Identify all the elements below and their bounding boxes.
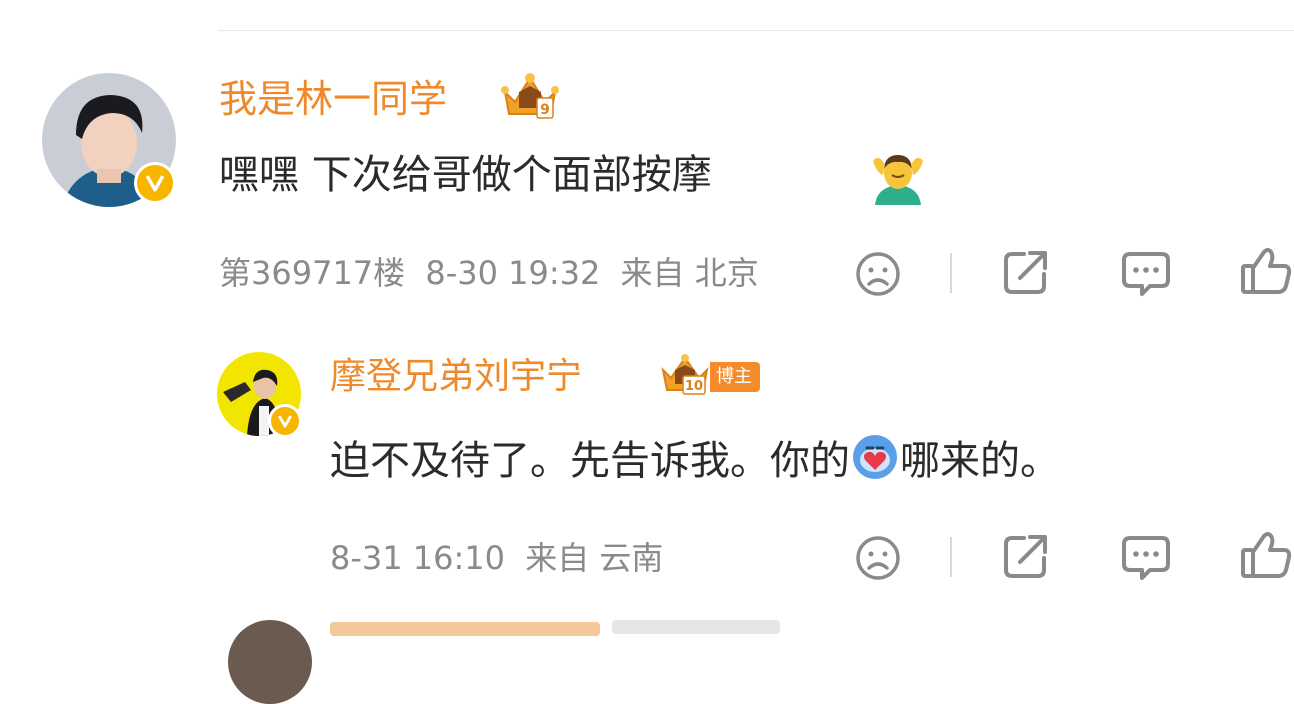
timestamp: 8-31 16:10 <box>330 539 506 577</box>
blogger-role-tag: 博主 <box>710 362 760 392</box>
comment-text-tail: 哪来的。 <box>900 438 1060 484</box>
location: 来自 云南 <box>525 539 664 577</box>
action-separator <box>950 253 952 293</box>
share-icon[interactable] <box>1002 532 1050 580</box>
like-thumb-icon[interactable] <box>1240 246 1294 296</box>
man-getting-massage-emoji-icon <box>869 147 927 205</box>
share-icon[interactable] <box>1002 248 1050 296</box>
username-placeholder <box>330 622 600 636</box>
comment-text: 迫不及待了。先告诉我。你的 哪来的。 <box>330 432 1060 489</box>
comment-text-body: 迫不及待了。先告诉我。你的 <box>330 438 850 484</box>
avatar[interactable] <box>228 620 312 704</box>
username[interactable]: 摩登兄弟刘宇宁 <box>330 354 582 400</box>
comment-text: 嘿嘿 下次给哥做个面部按摩 <box>219 147 712 203</box>
top-divider <box>218 30 1294 31</box>
location: 来自 北京 <box>620 254 759 292</box>
comment-meta: 8-31 16:10 来自 云南 <box>330 535 663 581</box>
verified-badge-icon <box>134 162 176 204</box>
crown-level-badge-icon: 9 <box>497 70 563 122</box>
comment-icon[interactable] <box>1120 534 1172 582</box>
crown-level-badge-icon: 10 <box>657 352 713 396</box>
heart-sticker-emoji-icon <box>850 432 900 482</box>
action-separator <box>950 537 952 577</box>
like-thumb-icon[interactable] <box>1240 530 1294 580</box>
badge-placeholder <box>612 620 780 634</box>
comment-icon[interactable] <box>1120 250 1172 298</box>
svg-text:10: 10 <box>685 379 703 394</box>
timestamp: 8-30 19:32 <box>425 254 601 292</box>
svg-text:9: 9 <box>540 102 550 118</box>
dislike-frown-icon[interactable] <box>854 534 902 582</box>
username[interactable]: 我是林一同学 <box>219 76 447 122</box>
floor-number: 第369717楼 <box>219 254 406 292</box>
comment-meta: 第369717楼 8-30 19:32 来自 北京 <box>219 250 759 296</box>
comment-text-body: 嘿嘿 下次给哥做个面部按摩 <box>219 152 712 198</box>
dislike-frown-icon[interactable] <box>854 250 902 298</box>
verified-badge-icon <box>268 404 302 438</box>
